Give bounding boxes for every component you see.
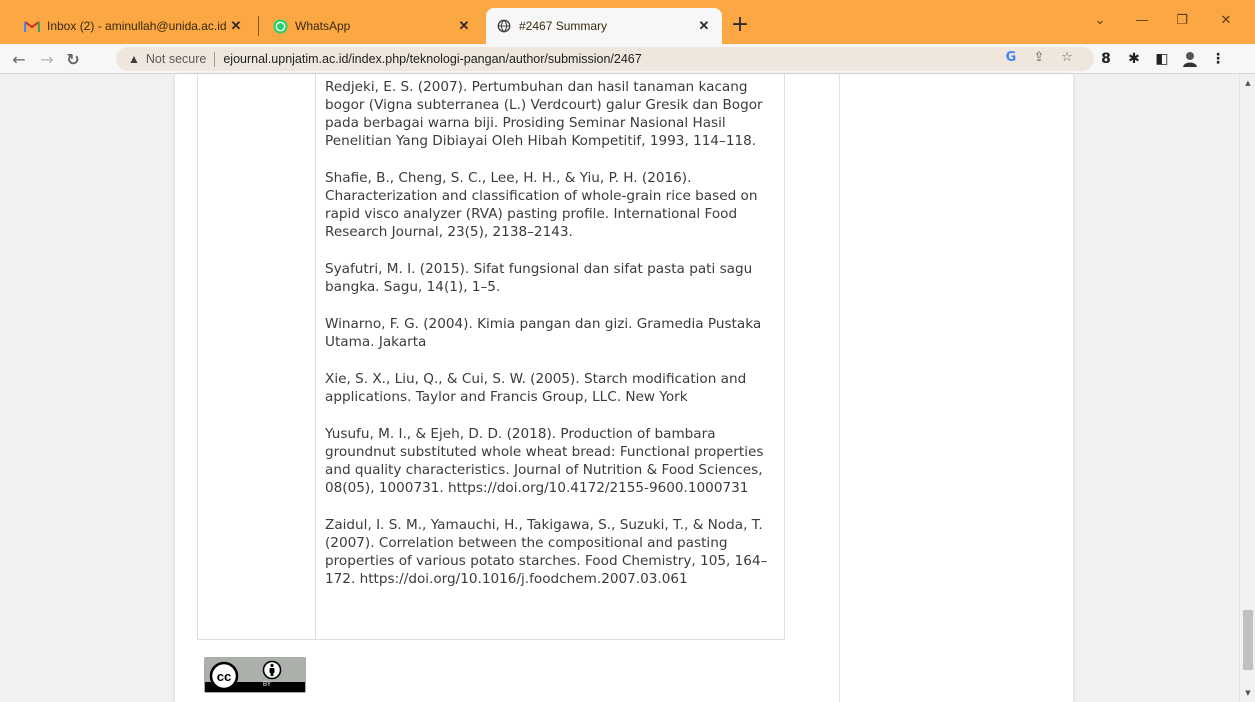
extensions-puzzle-icon[interactable]: ✱ (1124, 49, 1144, 69)
share-icon[interactable]: ⇪ (1030, 48, 1048, 66)
close-tab-icon[interactable]: ✕ (696, 18, 712, 34)
tab-strip: Inbox (2) - aminullah@unida.ac.id ✕ What… (0, 0, 1255, 44)
reference-item: Zaidul, I. S. M., Yamauchi, H., Takigawa… (325, 517, 768, 587)
reference-item: Winarno, F. G. (2004). Kimia pangan dan … (325, 316, 762, 350)
scrollbar-thumb[interactable] (1243, 610, 1253, 670)
url-text: ejournal.upnjatim.ac.id/index.php/teknol… (223, 52, 642, 66)
browser-toolbar: ← → ↻ ▲ Not secure ejournal.upnjatim.ac.… (0, 44, 1255, 74)
close-tab-icon[interactable]: ✕ (228, 18, 244, 34)
tab-title: WhatsApp (295, 19, 351, 33)
new-tab-button[interactable]: + (728, 14, 752, 38)
references-list: Redjeki, E. S. (2007). Pertumbuhan dan h… (325, 78, 775, 607)
creative-commons-icon: cc (209, 661, 239, 691)
sidebar-divider (839, 74, 840, 702)
badge-by-label: BY (263, 682, 272, 688)
tab-title: #2467 Summary (519, 19, 608, 33)
extension-icon[interactable]: 8 (1096, 49, 1116, 69)
gmail-icon (24, 18, 40, 34)
page-container: Redjeki, E. S. (2007). Pertumbuhan dan h… (175, 74, 1073, 702)
scroll-up-arrow-icon[interactable]: ▲ (1243, 78, 1253, 88)
bookmark-star-icon[interactable]: ☆ (1058, 48, 1076, 66)
svg-text:cc: cc (217, 669, 231, 684)
reference-item: Redjeki, E. S. (2007). Pertumbuhan dan h… (325, 79, 763, 149)
tab-gmail[interactable]: Inbox (2) - aminullah@unida.ac.id ✕ (14, 8, 254, 44)
tab-separator (258, 16, 259, 36)
tab-search-chevron-icon[interactable]: ⌄ (1080, 10, 1120, 32)
scroll-down-arrow-icon[interactable]: ▼ (1243, 688, 1253, 698)
minimize-button[interactable]: — (1122, 10, 1162, 32)
back-arrow-icon[interactable]: ← (8, 48, 30, 70)
close-window-button[interactable]: ✕ (1206, 10, 1246, 32)
tab-submission-summary[interactable]: #2467 Summary ✕ (486, 8, 722, 44)
globe-icon (496, 18, 512, 34)
side-panel-icon[interactable]: ◧ (1152, 49, 1172, 69)
creative-commons-license-badge[interactable]: cc BY (204, 657, 306, 693)
reference-item: Syafutri, M. I. (2015). Sifat fungsional… (325, 261, 753, 295)
reference-item: Yusufu, M. I., & Ejeh, D. D. (2018). Pro… (325, 426, 764, 496)
tab-whatsapp[interactable]: WhatsApp ✕ (262, 8, 482, 44)
column-divider (315, 74, 316, 639)
address-bar[interactable]: ▲ Not secure ejournal.upnjatim.ac.id/ind… (116, 47, 1094, 71)
reference-item: Xie, S. X., Liu, Q., & Cui, S. W. (2005)… (325, 371, 747, 405)
browser-menu-icon[interactable]: ⋮ (1208, 49, 1228, 69)
forward-arrow-icon[interactable]: → (36, 48, 58, 70)
reference-item: Shafie, B., Cheng, S. C., Lee, H. H., & … (325, 170, 758, 240)
tab-title: Inbox (2) - aminullah@unida.ac.id (47, 19, 227, 33)
reload-icon[interactable]: ↻ (62, 48, 84, 70)
security-label: Not secure (145, 52, 207, 66)
google-translate-icon[interactable]: G (1002, 48, 1020, 66)
attribution-person-icon (262, 660, 282, 680)
close-tab-icon[interactable]: ✕ (456, 18, 472, 34)
vertical-scrollbar[interactable]: ▲ ▼ (1239, 74, 1255, 702)
whatsapp-icon (272, 18, 288, 34)
page-viewport: Redjeki, E. S. (2007). Pertumbuhan dan h… (0, 74, 1239, 702)
not-secure-warning-icon: ▲ (128, 52, 140, 66)
profile-avatar[interactable] (1180, 49, 1200, 69)
divider (214, 51, 216, 67)
restore-button[interactable]: ❐ (1162, 10, 1202, 32)
